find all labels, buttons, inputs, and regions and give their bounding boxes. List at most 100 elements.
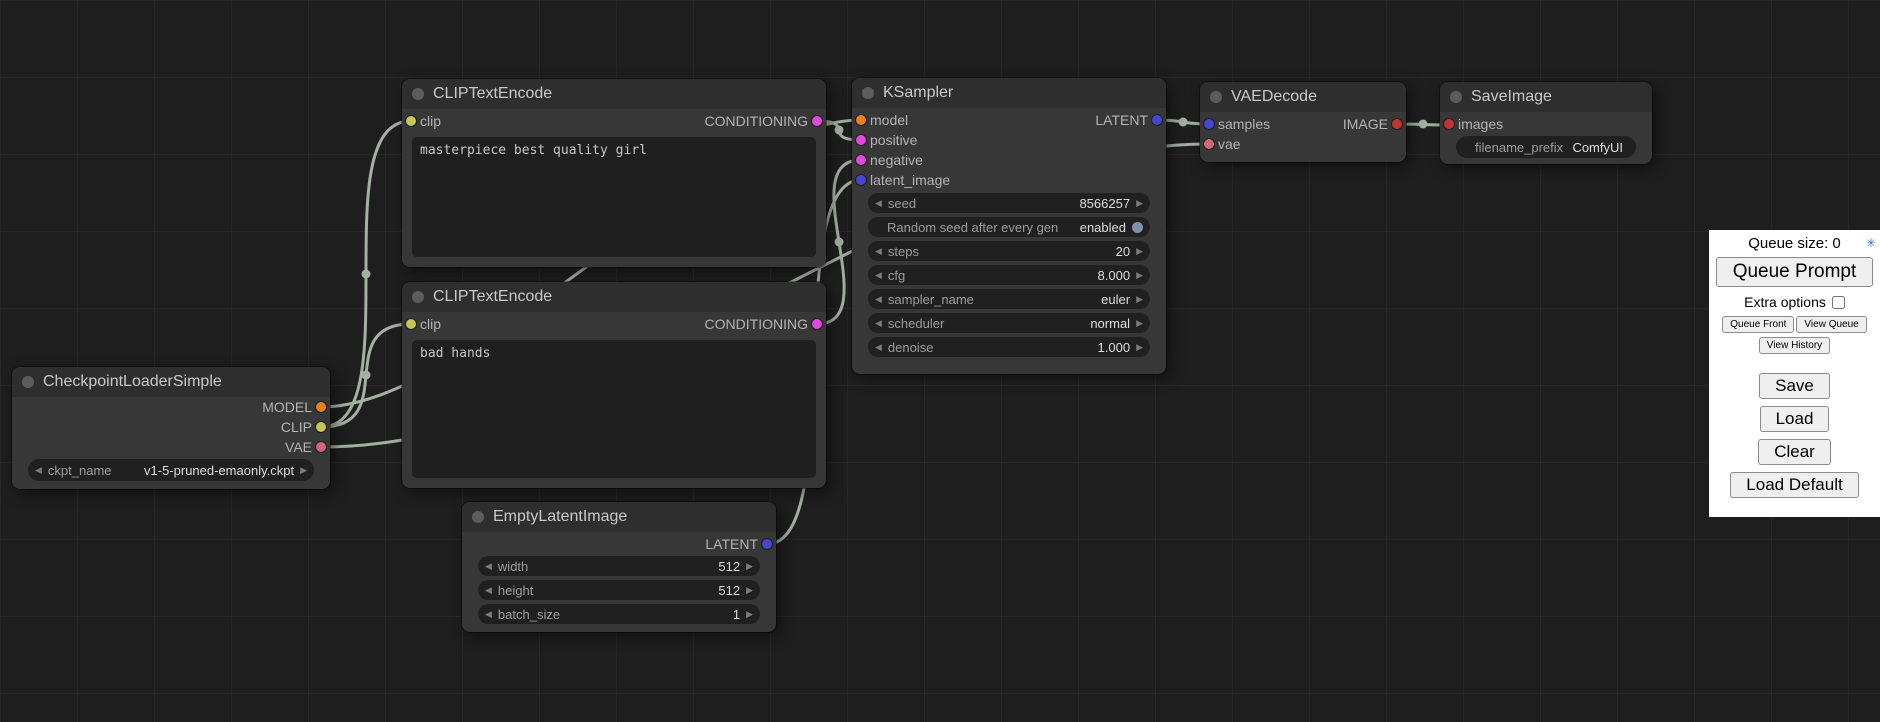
image-output-dot[interactable] <box>1392 119 1402 129</box>
settings-icon[interactable]: ✳ <box>1866 236 1876 250</box>
widget-value: 512 <box>718 559 740 574</box>
graph-canvas[interactable]: CheckpointLoaderSimple MODEL CLIP VAE ◀ … <box>0 0 1880 722</box>
arrow-left-icon[interactable]: ◀ <box>485 562 492 571</box>
clear-button[interactable]: Clear <box>1758 439 1831 465</box>
positive-input-dot[interactable] <box>856 135 866 145</box>
vae-input-dot[interactable] <box>1204 139 1214 149</box>
port-label: CLIP <box>281 419 312 435</box>
arrow-left-icon[interactable]: ◀ <box>875 343 882 352</box>
widget-value: 20 <box>1116 244 1130 259</box>
latent-image-input-dot[interactable] <box>856 175 866 185</box>
arrow-right-icon[interactable]: ▶ <box>746 562 753 571</box>
node-title-bar[interactable]: CheckpointLoaderSimple <box>12 367 330 397</box>
model-input-dot[interactable] <box>856 115 866 125</box>
denoise-widget[interactable]: ◀ denoise 1.000 ▶ <box>868 337 1150 357</box>
ksampler-latent-image-input: latent_image <box>870 170 950 190</box>
load-default-button[interactable]: Load Default <box>1730 472 1858 498</box>
node-vaedecode[interactable]: VAEDecode samples vae IMAGE <box>1200 82 1406 162</box>
model-output-dot[interactable] <box>316 402 326 412</box>
arrow-left-icon[interactable]: ◀ <box>875 319 882 328</box>
node-ksampler[interactable]: KSampler model positive negative latent_… <box>852 78 1166 374</box>
latent-output-dot[interactable] <box>1152 115 1162 125</box>
arrow-left-icon[interactable]: ◀ <box>875 247 882 256</box>
node-title-bar[interactable]: CLIPTextEncode <box>402 282 826 312</box>
height-widget[interactable]: ◀ height 512 ▶ <box>478 580 760 600</box>
node-emptylatentimage[interactable]: EmptyLatentImage LATENT ◀ width 512 ▶ ◀ … <box>462 502 776 632</box>
arrow-right-icon[interactable]: ▶ <box>1136 319 1143 328</box>
clip-output-dot[interactable] <box>316 422 326 432</box>
arrow-left-icon[interactable]: ◀ <box>485 610 492 619</box>
ksampler-negative-input: negative <box>870 150 923 170</box>
arrow-left-icon[interactable]: ◀ <box>875 199 882 208</box>
negative-prompt-textarea[interactable]: bad hands <box>412 340 816 478</box>
toggle-dot[interactable] <box>1132 222 1143 233</box>
arrow-left-icon[interactable]: ◀ <box>875 295 882 304</box>
vae-output-dot[interactable] <box>316 442 326 452</box>
widget-label: ckpt_name <box>48 463 112 478</box>
collapse-dot[interactable] <box>412 291 424 303</box>
steps-widget[interactable]: ◀ steps 20 ▶ <box>868 241 1150 261</box>
arrow-left-icon[interactable]: ◀ <box>485 586 492 595</box>
node-title-bar[interactable]: EmptyLatentImage <box>462 502 776 532</box>
node-saveimage[interactable]: SaveImage images filename_prefix ComfyUI <box>1440 82 1652 164</box>
conditioning-output-dot[interactable] <box>812 319 822 329</box>
node-title-bar[interactable]: KSampler <box>852 78 1166 108</box>
node-checkpointloadersimple[interactable]: CheckpointLoaderSimple MODEL CLIP VAE ◀ … <box>12 367 330 489</box>
batch-size-widget[interactable]: ◀ batch_size 1 ▶ <box>478 604 760 624</box>
images-input-dot[interactable] <box>1444 119 1454 129</box>
queue-prompt-button[interactable]: Queue Prompt <box>1716 257 1873 287</box>
save-button[interactable]: Save <box>1759 373 1830 399</box>
latent-output-dot[interactable] <box>762 539 772 549</box>
positive-prompt-textarea[interactable]: masterpiece best quality girl <box>412 137 816 257</box>
collapse-dot[interactable] <box>862 87 874 99</box>
arrow-right-icon[interactable]: ▶ <box>1136 247 1143 256</box>
collapse-dot[interactable] <box>1210 91 1222 103</box>
arrow-right-icon[interactable]: ▶ <box>300 466 307 475</box>
ckpt-name-widget[interactable]: ◀ ckpt_name v1-5-pruned-emaonly.ckpt ▶ <box>28 459 314 481</box>
node-cliptextencode-positive[interactable]: CLIPTextEncode clip CONDITIONING masterp… <box>402 79 826 267</box>
view-history-button[interactable]: View History <box>1759 337 1830 354</box>
widget-label: cfg <box>888 268 905 283</box>
random-seed-widget[interactable]: Random seed after every gen enabled <box>868 217 1150 237</box>
port-label: latent_image <box>870 172 950 188</box>
collapse-dot[interactable] <box>472 511 484 523</box>
seed-widget[interactable]: ◀ seed 8566257 ▶ <box>868 193 1150 213</box>
latent-output: LATENT <box>705 534 758 554</box>
width-widget[interactable]: ◀ width 512 ▶ <box>478 556 760 576</box>
arrow-left-icon[interactable]: ◀ <box>35 466 42 475</box>
collapse-dot[interactable] <box>412 88 424 100</box>
conditioning-output-dot[interactable] <box>812 116 822 126</box>
negative-input-dot[interactable] <box>856 155 866 165</box>
vae-input: vae <box>1218 134 1241 154</box>
node-title-bar[interactable]: VAEDecode <box>1200 82 1406 112</box>
collapse-dot[interactable] <box>22 376 34 388</box>
view-queue-button[interactable]: View Queue <box>1796 316 1866 333</box>
extra-options-checkbox[interactable] <box>1832 296 1845 309</box>
filename-prefix-widget[interactable]: filename_prefix ComfyUI <box>1456 136 1636 158</box>
sampler-name-widget[interactable]: ◀ sampler_name euler ▶ <box>868 289 1150 309</box>
queue-front-button[interactable]: Queue Front <box>1722 316 1794 333</box>
cfg-widget[interactable]: ◀ cfg 8.000 ▶ <box>868 265 1150 285</box>
scheduler-widget[interactable]: ◀ scheduler normal ▶ <box>868 313 1150 333</box>
node-title-bar[interactable]: SaveImage <box>1440 82 1652 112</box>
samples-input: samples <box>1218 114 1270 134</box>
node-title-bar[interactable]: CLIPTextEncode <box>402 79 826 109</box>
arrow-right-icon[interactable]: ▶ <box>1136 343 1143 352</box>
arrow-right-icon[interactable]: ▶ <box>746 610 753 619</box>
conditioning-output: CONDITIONING <box>705 314 808 334</box>
arrow-left-icon[interactable]: ◀ <box>875 271 882 280</box>
load-button[interactable]: Load <box>1760 406 1830 432</box>
arrow-right-icon[interactable]: ▶ <box>1136 199 1143 208</box>
arrow-right-icon[interactable]: ▶ <box>746 586 753 595</box>
arrow-right-icon[interactable]: ▶ <box>1136 271 1143 280</box>
samples-input-dot[interactable] <box>1204 119 1214 129</box>
clip-input-dot[interactable] <box>406 116 416 126</box>
collapse-dot[interactable] <box>1450 91 1462 103</box>
port-label: negative <box>870 152 923 168</box>
arrow-right-icon[interactable]: ▶ <box>1136 295 1143 304</box>
widget-value: 8.000 <box>1098 268 1131 283</box>
node-cliptextencode-negative[interactable]: CLIPTextEncode clip CONDITIONING bad han… <box>402 282 826 488</box>
port-label: MODEL <box>262 399 312 415</box>
clip-input-dot[interactable] <box>406 319 416 329</box>
widget-label: width <box>498 559 528 574</box>
